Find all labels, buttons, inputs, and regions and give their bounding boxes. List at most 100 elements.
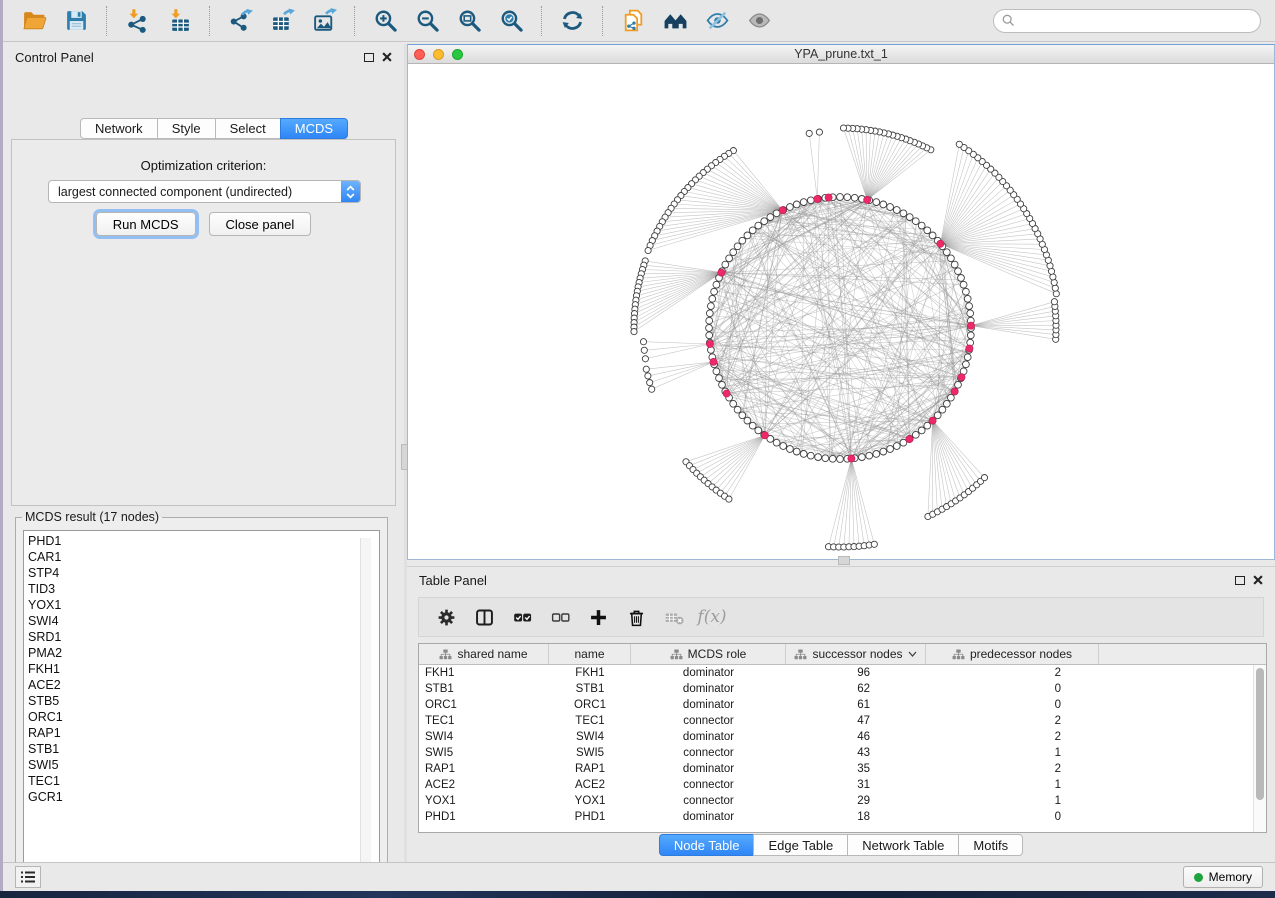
save-session-button[interactable] <box>60 5 92 37</box>
criterion-dropdown[interactable]: largest connected component (undirected) <box>48 180 361 203</box>
mcds-result-item[interactable]: SWI4 <box>28 613 379 629</box>
table-cell: FKH1 <box>549 665 631 681</box>
network-canvas[interactable] <box>408 64 1274 559</box>
search-input[interactable] <box>1020 12 1260 30</box>
tab-mcds[interactable]: MCDS <box>280 118 348 139</box>
add-row-icon <box>588 607 609 628</box>
mcds-result-item[interactable]: STP4 <box>28 565 379 581</box>
column-header-predecessor-nodes[interactable]: predecessor nodes <box>926 644 1099 664</box>
tab-style[interactable]: Style <box>157 118 215 139</box>
import-network-button[interactable] <box>121 5 153 37</box>
table-row[interactable]: PHD1PHD1dominator180 <box>419 809 1266 825</box>
refresh-layout-button[interactable] <box>556 5 588 37</box>
table-cell: connector <box>631 793 786 809</box>
table-row[interactable]: STB1STB1dominator620 <box>419 681 1266 697</box>
mcds-result-item[interactable]: STB5 <box>28 693 379 709</box>
tab-edge-table[interactable]: Edge Table <box>753 834 847 856</box>
table-row[interactable]: FKH1FKH1dominator962 <box>419 665 1266 681</box>
table-row[interactable]: SWI4SWI4dominator462 <box>419 729 1266 745</box>
table-cell: 2 <box>926 713 1099 729</box>
close-panel-icon[interactable] <box>382 52 392 62</box>
zoom-out-button[interactable] <box>411 5 443 37</box>
table-body: FKH1FKH1dominator962STB1STB1dominator620… <box>419 665 1266 825</box>
mcds-result-item[interactable]: PMA2 <box>28 645 379 661</box>
tab-node-table[interactable]: Node Table <box>659 834 754 856</box>
table-cell: TEC1 <box>419 713 549 729</box>
column-header-name[interactable]: name <box>549 644 631 664</box>
tab-motifs[interactable]: Motifs <box>958 834 1023 856</box>
table-cell: PHD1 <box>419 809 549 825</box>
zoom-fit-button[interactable] <box>453 5 485 37</box>
table-row[interactable]: ORC1ORC1dominator610 <box>419 697 1266 713</box>
table-row[interactable]: RAP1RAP1dominator352 <box>419 761 1266 777</box>
table-row[interactable]: SWI5SWI5connector431 <box>419 745 1266 761</box>
table-cell: 29 <box>786 793 926 809</box>
import-network-icon <box>125 8 150 33</box>
mcds-result-item[interactable]: YOX1 <box>28 597 379 613</box>
hide-selected-button[interactable] <box>701 5 733 37</box>
table-cell: ORC1 <box>549 697 631 713</box>
horizontal-splitter-handle[interactable] <box>838 556 850 565</box>
table-row[interactable]: YOX1YOX1connector291 <box>419 793 1266 809</box>
mcds-result-item[interactable]: ORC1 <box>28 709 379 725</box>
delete-row-button[interactable] <box>619 602 653 632</box>
table-cell: connector <box>631 745 786 761</box>
mcds-result-item[interactable]: TEC1 <box>28 773 379 789</box>
zoom-selected-button[interactable] <box>495 5 527 37</box>
mcds-result-item[interactable]: SWI5 <box>28 757 379 773</box>
table-cell: 47 <box>786 713 926 729</box>
column-header-successor-nodes[interactable]: successor nodes <box>786 644 926 664</box>
show-all-button[interactable] <box>743 5 775 37</box>
table-scrollbar-thumb[interactable] <box>1256 668 1264 800</box>
mcds-result-item[interactable]: STB1 <box>28 741 379 757</box>
table-row[interactable]: ACE2ACE2connector311 <box>419 777 1266 793</box>
table-scrollbar[interactable] <box>1253 665 1266 832</box>
table-row[interactable]: TEC1TEC1connector472 <box>419 713 1266 729</box>
panel-list-button[interactable] <box>15 866 41 888</box>
deselect-all-button[interactable] <box>543 602 577 632</box>
column-header-shared-name[interactable]: shared name <box>419 644 549 664</box>
column-header-MCDS-role[interactable]: MCDS role <box>631 644 786 664</box>
float-window-icon[interactable] <box>1235 576 1245 585</box>
control-panel-tabs: NetworkStyleSelectMCDS <box>80 118 348 139</box>
network-window-titlebar[interactable]: YPA_prune.txt_1 <box>408 45 1274 64</box>
mcds-result-item[interactable]: FKH1 <box>28 661 379 677</box>
mcds-result-list[interactable]: PHD1CAR1STP4TID3YOX1SWI4SRD1PMA2FKH1ACE2… <box>23 530 380 874</box>
tab-network-table[interactable]: Network Table <box>847 834 958 856</box>
table-settings-button[interactable] <box>429 602 463 632</box>
zoom-in-button[interactable] <box>369 5 401 37</box>
close-panel-button[interactable]: Close panel <box>209 212 312 236</box>
result-list-scrollbar[interactable] <box>360 538 371 865</box>
first-neighbors-button[interactable] <box>659 5 691 37</box>
memory-button[interactable]: Memory <box>1183 866 1263 888</box>
run-mcds-button[interactable]: Run MCDS <box>96 212 196 236</box>
column-label: MCDS role <box>688 647 747 661</box>
mcds-result-box: MCDS result (17 nodes) PHD1CAR1STP4TID3Y… <box>15 510 388 882</box>
tab-select[interactable]: Select <box>215 118 280 139</box>
import-table-button[interactable] <box>163 5 195 37</box>
first-neighbors-icon <box>663 8 688 33</box>
mcds-result-item[interactable]: RAP1 <box>28 725 379 741</box>
close-panel-icon[interactable] <box>1253 575 1263 585</box>
list-icon <box>20 870 36 884</box>
mcds-result-item[interactable]: SRD1 <box>28 629 379 645</box>
duplicate-network-button[interactable] <box>617 5 649 37</box>
mcds-result-item[interactable]: CAR1 <box>28 549 379 565</box>
mcds-result-item[interactable]: TID3 <box>28 581 379 597</box>
toolbar-separator <box>106 6 107 36</box>
open-file-button[interactable] <box>18 5 50 37</box>
mcds-result-item[interactable]: PHD1 <box>28 533 379 549</box>
select-all-icon <box>512 607 533 628</box>
show-all-icon <box>747 8 772 33</box>
select-all-button[interactable] <box>505 602 539 632</box>
mcds-result-item[interactable]: GCR1 <box>28 789 379 805</box>
show-columns-button[interactable] <box>467 602 501 632</box>
export-table-button[interactable] <box>266 5 298 37</box>
mcds-result-item[interactable]: ACE2 <box>28 677 379 693</box>
export-network-button[interactable] <box>224 5 256 37</box>
add-row-button[interactable] <box>581 602 615 632</box>
float-window-icon[interactable] <box>364 53 374 62</box>
export-image-button[interactable] <box>308 5 340 37</box>
tab-network[interactable]: Network <box>80 118 157 139</box>
search-field[interactable] <box>993 9 1261 33</box>
